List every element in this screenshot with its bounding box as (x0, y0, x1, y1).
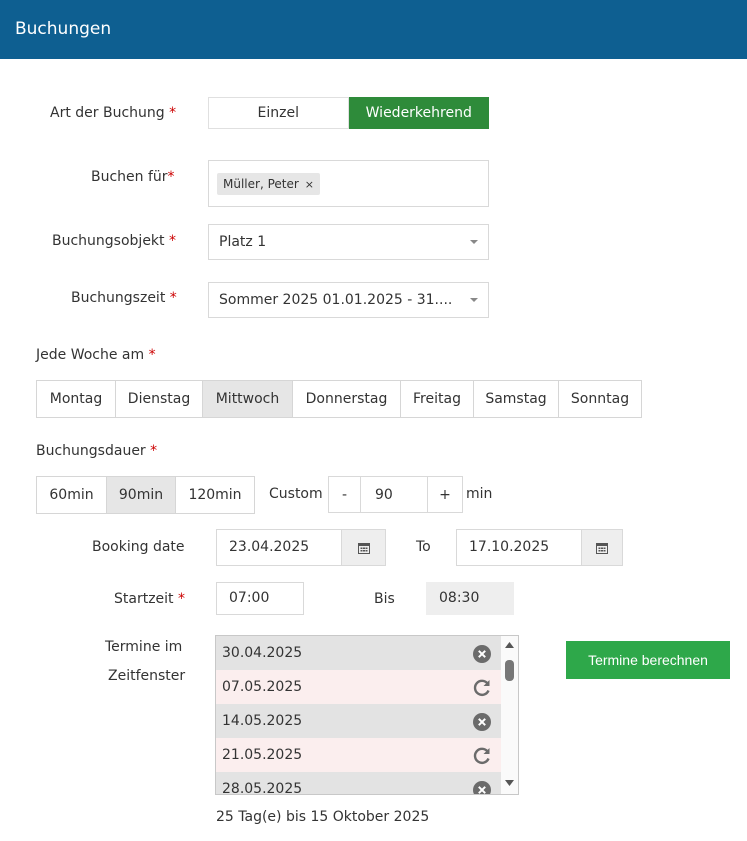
person-chip: Müller, Peter × (217, 173, 321, 195)
start-time-input[interactable]: 07:00 (216, 582, 304, 615)
list-item: 21.05.2025 (216, 738, 502, 772)
booking-object-value: Platz 1 (219, 234, 267, 250)
calendar-to-button[interactable] (581, 529, 623, 566)
required-mark: * (178, 591, 185, 607)
required-mark: * (169, 290, 177, 306)
list-scrollbar[interactable] (501, 636, 518, 794)
remove-circle-icon[interactable] (472, 644, 492, 664)
booking-date-label: Booking date (92, 539, 185, 555)
scroll-down-icon[interactable] (501, 776, 518, 790)
weekday-sonntag-button[interactable]: Sonntag (558, 380, 642, 418)
calendar-icon (357, 542, 370, 554)
required-mark: * (169, 105, 177, 121)
restore-icon[interactable] (472, 746, 492, 766)
end-time-label: Bis (374, 591, 395, 607)
duration-120-button[interactable]: 120min (175, 476, 255, 514)
calendar-from-button[interactable] (341, 529, 386, 566)
list-item: 14.05.2025 (216, 704, 502, 738)
appointment-date: 14.05.2025 (222, 713, 303, 729)
start-time-label: Startzeit * (114, 590, 185, 608)
booking-date-to-input[interactable]: 17.10.2025 (456, 529, 583, 566)
duration-increment-button[interactable]: + (427, 476, 463, 513)
weekday-button-group: Montag Dienstag Mittwoch Donnerstag Frei… (36, 380, 642, 418)
weekday-mittwoch-button[interactable]: Mittwoch (202, 380, 293, 418)
weekday-donnerstag-button[interactable]: Donnerstag (292, 380, 401, 418)
calculate-appointments-button[interactable]: Termine berechnen (566, 641, 730, 679)
remove-circle-icon[interactable] (472, 712, 492, 732)
appointment-date: 21.05.2025 (222, 747, 303, 763)
duration-label-text: Buchungsdauer (36, 443, 146, 459)
start-time-label-text: Startzeit (114, 591, 174, 607)
duration-60-button[interactable]: 60min (36, 476, 107, 514)
booking-type-toggle: Einzel Wiederkehrend (208, 97, 489, 129)
booking-type-label: Art der Buchung * (50, 104, 176, 122)
appointment-date: 07.05.2025 (222, 679, 303, 695)
book-for-field[interactable]: Müller, Peter × (208, 160, 489, 207)
page-header: Buchungen (0, 0, 747, 59)
booking-object-select[interactable]: Platz 1 (208, 224, 489, 260)
appointments-list[interactable]: 30.04.2025 07.05.2025 14.05.2025 21.05.2… (215, 635, 519, 795)
booking-time-label: Buchungszeit * (71, 289, 177, 307)
book-for-label: Buchen für* (91, 168, 175, 186)
scroll-up-icon[interactable] (501, 638, 518, 652)
remove-circle-icon[interactable] (472, 780, 492, 795)
scrollbar-thumb[interactable] (505, 660, 514, 681)
appointment-date: 28.05.2025 (222, 781, 303, 795)
weekday-samstag-button[interactable]: Samstag (473, 380, 559, 418)
booking-time-label-text: Buchungszeit (71, 290, 166, 306)
chip-remove-icon[interactable]: × (305, 178, 314, 191)
list-item: 30.04.2025 (216, 636, 502, 670)
weekday-montag-button[interactable]: Montag (36, 380, 116, 418)
required-mark: * (167, 169, 175, 185)
weekday-freitag-button[interactable]: Freitag (400, 380, 474, 418)
duration-input[interactable]: 90 (360, 476, 428, 513)
required-mark: * (150, 443, 158, 459)
booking-time-select[interactable]: Sommer 2025 01.01.2025 - 31.... (208, 282, 489, 318)
book-for-label-text: Buchen für (91, 169, 168, 185)
person-chip-label: Müller, Peter (223, 177, 299, 191)
end-time-display: 08:30 (426, 582, 514, 615)
duration-decrement-button[interactable]: - (328, 476, 361, 513)
duration-label: Buchungsdauer * (36, 442, 157, 460)
duration-button-group: 60min 90min 120min (36, 476, 255, 514)
required-mark: * (148, 347, 156, 363)
chevron-down-icon (470, 240, 478, 244)
restore-icon[interactable] (472, 678, 492, 698)
booking-type-label-text: Art der Buchung (50, 105, 165, 121)
custom-duration-label: Custom (269, 486, 323, 502)
appointments-label-line2: Zeitfenster (108, 668, 186, 684)
weekday-label: Jede Woche am * (36, 346, 156, 364)
appointments-label-line1: Termine im (105, 639, 183, 655)
booking-type-einzel-button[interactable]: Einzel (208, 97, 349, 129)
duration-unit: min (466, 486, 493, 502)
required-mark: * (168, 233, 176, 249)
booking-time-value: Sommer 2025 01.01.2025 - 31.... (219, 292, 453, 308)
booking-object-label: Buchungsobjekt * (52, 232, 176, 250)
list-item: 28.05.2025 (216, 772, 502, 795)
weekday-label-text: Jede Woche am (36, 347, 145, 363)
appointment-date: 30.04.2025 (222, 645, 303, 661)
duration-90-button[interactable]: 90min (106, 476, 176, 514)
chevron-down-icon (470, 298, 478, 302)
page-title: Buchungen (15, 19, 112, 39)
booking-date-from-input[interactable]: 23.04.2025 (216, 529, 343, 566)
booking-date-to-label: To (416, 539, 431, 555)
weekday-dienstag-button[interactable]: Dienstag (115, 380, 203, 418)
booking-type-wiederkehrend-button[interactable]: Wiederkehrend (348, 97, 489, 129)
calendar-icon (596, 542, 608, 554)
booking-object-label-text: Buchungsobjekt (52, 233, 165, 249)
list-item: 07.05.2025 (216, 670, 502, 704)
appointments-summary: 25 Tag(e) bis 15 Oktober 2025 (216, 809, 430, 825)
